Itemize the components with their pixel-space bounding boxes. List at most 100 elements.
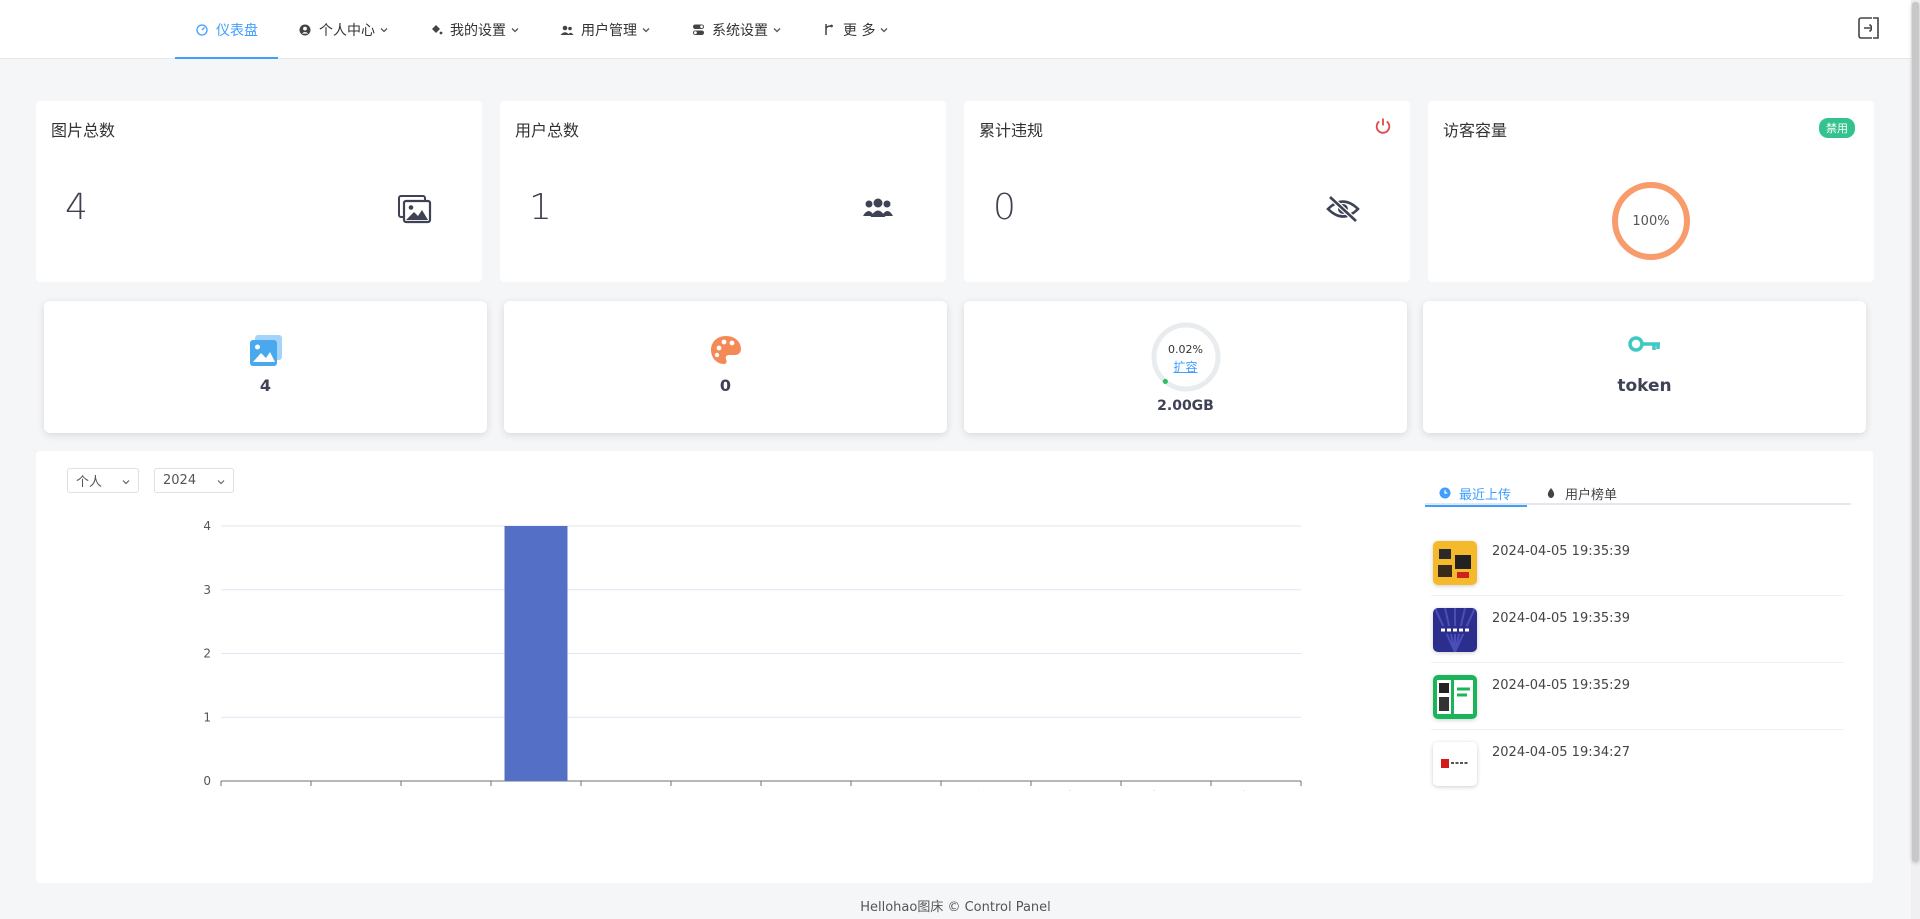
mini-value: 4: [259, 376, 272, 395]
upload-time: 2024-04-05 19:35:29: [1492, 678, 1631, 693]
capacity-ring: 100%: [1611, 181, 1691, 261]
stat-title: 用户总数: [515, 121, 580, 140]
image-thumbnail[interactable]: [1433, 742, 1477, 786]
nav-item-profile[interactable]: 个人中心: [278, 0, 409, 59]
list-item[interactable]: 2024-04-05 19:34:27: [1431, 730, 1843, 797]
nav-menu: 仪表盘 个人中心 我的设置 用户管理 系统设置 更 多: [175, 0, 909, 59]
monthly-upload-chart: 0 1 2 3 4 一月 二月 三月 四月 五月 六月 七月 八月 九月 十月 十一月 十二月: [203, 519, 1302, 791]
nav-item-label: 仪表盘: [216, 22, 258, 39]
list-item[interactable]: 2024-04-05 19:35:39: [1431, 596, 1843, 663]
nav-item-dashboard[interactable]: 仪表盘: [175, 0, 278, 59]
ring-value: 100%: [1632, 213, 1670, 229]
x-tick-label: 九月: [974, 790, 998, 791]
top-navbar: 仪表盘 个人中心 我的设置 用户管理 系统设置 更 多: [0, 0, 1911, 59]
chevron-down-icon: [510, 25, 520, 35]
storage-percent: 0.02%: [1168, 343, 1203, 356]
scrollbar-thumb[interactable]: [1912, 2, 1919, 862]
x-tick-label: 六月: [704, 790, 728, 791]
branch-icon: [822, 23, 836, 37]
toggle-icon: [691, 23, 705, 37]
stat-title: 累计违规: [979, 121, 1044, 140]
y-tick-label: 4: [203, 519, 211, 533]
expand-storage-link[interactable]: 扩容: [964, 358, 1407, 375]
recent-uploads-list: 2024-04-05 19:35:39 2024-04-05 19:35:39 …: [1431, 529, 1843, 797]
y-tick-label: 3: [203, 583, 211, 597]
stat-card-total-users: 用户总数 1: [500, 101, 946, 282]
tab-label: 用户榜单: [1565, 487, 1618, 503]
x-tick-label: 五月: [614, 790, 638, 791]
dashboard-icon: [195, 23, 209, 37]
chevron-down-icon: [121, 476, 131, 486]
palette-icon: [709, 334, 743, 368]
image-thumbnail[interactable]: [1433, 608, 1477, 652]
images-icon: [249, 334, 283, 368]
stat-card-violations: 累计违规 0: [964, 101, 1410, 282]
x-tick-label: 十月: [1064, 790, 1088, 791]
images-icon: [398, 195, 432, 229]
nav-item-label: 用户管理: [581, 22, 637, 39]
image-thumbnail[interactable]: [1433, 675, 1477, 719]
mini-card-storage: 0.02% 扩容 2.00GB: [964, 301, 1407, 433]
users-icon: [862, 195, 896, 229]
drop-icon: [1545, 487, 1557, 499]
nav-item-label: 个人中心: [319, 22, 375, 39]
chevron-down-icon: [379, 25, 389, 35]
chart-bar: [504, 526, 568, 781]
power-icon[interactable]: [1374, 117, 1392, 135]
tab-user-ranking[interactable]: 用户榜单: [1545, 481, 1617, 505]
upload-time: 2024-04-05 19:34:27: [1492, 745, 1631, 760]
page-scrollbar[interactable]: [1911, 0, 1920, 919]
list-item[interactable]: 2024-04-05 19:35:29: [1431, 663, 1843, 730]
stat-card-total-images: 图片总数 4: [36, 101, 482, 282]
clock-icon: [1439, 487, 1451, 499]
mini-value: token: [1617, 376, 1672, 396]
x-tick-label: 四月: [524, 790, 548, 791]
tab-label: 最近上传: [1459, 487, 1512, 503]
paint-bucket-icon: [429, 23, 443, 37]
nav-item-more[interactable]: 更 多: [802, 0, 909, 59]
chart-panel: 个人 2024 01234一月二月三月四月五月六月七月八月九月十月十一月十二月 …: [36, 451, 1873, 883]
x-tick-label: 二月: [344, 790, 368, 791]
sign-out-icon[interactable]: [1857, 16, 1881, 40]
chevron-down-icon: [879, 25, 889, 35]
upload-time: 2024-04-05 19:35:39: [1492, 611, 1631, 626]
list-tabs: 最近上传 用户榜单: [1424, 481, 1851, 507]
status-badge: 禁用: [1819, 118, 1855, 138]
storage-ring: [1150, 321, 1222, 393]
upload-time: 2024-04-05 19:35:39: [1492, 544, 1631, 559]
x-tick-label: 三月: [434, 790, 458, 791]
mini-value: 0: [719, 376, 732, 395]
stat-title: 访客容量: [1443, 121, 1508, 140]
chevron-down-icon: [772, 25, 782, 35]
x-tick-label: 八月: [884, 790, 908, 791]
key-icon: [1627, 334, 1662, 368]
x-tick-label: 一月: [254, 790, 278, 791]
y-tick-label: 0: [203, 774, 211, 788]
nav-item-my-settings[interactable]: 我的设置: [409, 0, 540, 59]
users-icon: [560, 23, 574, 37]
footer: Hellohao图床 © Control Panel: [860, 900, 1051, 915]
stat-value: 0: [993, 187, 1016, 228]
nav-item-label: 系统设置: [712, 22, 768, 39]
nav-item-label: 我的设置: [450, 22, 506, 39]
storage-size: 2.00GB: [1157, 398, 1214, 414]
mini-card-token[interactable]: token: [1423, 301, 1866, 433]
list-item[interactable]: 2024-04-05 19:35:39: [1431, 529, 1843, 596]
tab-recent-uploads[interactable]: 最近上传: [1424, 481, 1528, 507]
x-tick-label: 十二月: [1238, 790, 1274, 791]
scope-select-value: 个人: [76, 475, 103, 490]
mini-card-images[interactable]: 4: [44, 301, 487, 433]
year-select[interactable]: 2024: [154, 468, 234, 493]
nav-item-system-settings[interactable]: 系统设置: [671, 0, 802, 59]
y-tick-label: 2: [203, 647, 211, 661]
stat-card-visitor-capacity: 访客容量 禁用 100%: [1428, 101, 1874, 282]
mini-card-palette[interactable]: 0: [504, 301, 947, 433]
nav-item-user-management[interactable]: 用户管理: [540, 0, 671, 59]
nav-item-label: 更 多: [843, 22, 876, 39]
user-circle-icon: [298, 23, 312, 37]
y-tick-label: 1: [203, 710, 211, 724]
image-thumbnail[interactable]: [1433, 541, 1477, 585]
eye-slash-icon: [1326, 195, 1360, 229]
stat-value: 1: [529, 187, 552, 228]
scope-select[interactable]: 个人: [67, 468, 139, 493]
